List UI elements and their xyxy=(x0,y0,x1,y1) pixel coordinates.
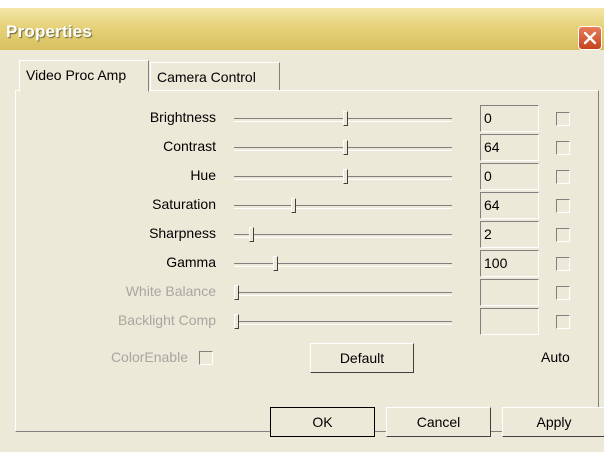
saturation-label: Saturation xyxy=(152,196,216,212)
sharpness-auto-checkbox[interactable] xyxy=(556,228,570,242)
cancel-button[interactable]: Cancel xyxy=(386,407,491,437)
color-enable-checkbox[interactable] xyxy=(199,351,213,365)
default-button[interactable]: Default xyxy=(310,343,414,373)
contrast-label: Contrast xyxy=(163,138,216,154)
backlight-comp-slider-track[interactable] xyxy=(234,321,452,325)
color-enable-label: ColorEnable xyxy=(110,349,188,365)
gamma-label: Gamma xyxy=(166,254,216,270)
gamma-slider-thumb[interactable] xyxy=(273,256,278,271)
brightness-slider-thumb[interactable] xyxy=(343,111,348,126)
saturation-slider-thumb[interactable] xyxy=(291,198,296,213)
brightness-auto-checkbox[interactable] xyxy=(556,112,570,126)
apply-button[interactable]: Apply xyxy=(502,407,604,437)
backlight-comp-value-field xyxy=(480,308,539,335)
close-button[interactable] xyxy=(578,26,602,50)
hue-slider-thumb[interactable] xyxy=(343,169,348,184)
contrast-value-field[interactable]: 64 xyxy=(480,134,539,161)
gamma-value-field[interactable]: 100 xyxy=(480,250,539,277)
backlight-comp-auto-checkbox[interactable] xyxy=(556,315,570,329)
backlight-comp-label: Backlight Comp xyxy=(117,312,216,328)
tab-video-proc-amp[interactable]: Video Proc Amp xyxy=(19,60,149,92)
sharpness-slider-track[interactable] xyxy=(234,234,452,238)
brightness-label: Brightness xyxy=(149,109,216,125)
white-balance-slider-thumb xyxy=(234,285,239,300)
title-bar[interactable]: Properties xyxy=(0,8,604,50)
saturation-auto-checkbox[interactable] xyxy=(556,199,570,213)
auto-label: Auto xyxy=(541,349,570,365)
tab-camera-control[interactable]: Camera Control xyxy=(150,62,280,92)
hue-auto-checkbox[interactable] xyxy=(556,170,570,184)
white-balance-auto-checkbox[interactable] xyxy=(556,286,570,300)
saturation-value-field[interactable]: 64 xyxy=(480,192,539,219)
close-icon xyxy=(583,31,597,45)
backlight-comp-slider-thumb xyxy=(234,314,239,329)
saturation-slider-track[interactable] xyxy=(234,205,452,209)
ok-button[interactable]: OK xyxy=(270,407,375,437)
gamma-auto-checkbox[interactable] xyxy=(556,257,570,271)
contrast-auto-checkbox[interactable] xyxy=(556,141,570,155)
hue-value-field[interactable]: 0 xyxy=(480,163,539,190)
white-balance-slider-track[interactable] xyxy=(234,292,452,296)
brightness-value-field[interactable]: 0 xyxy=(480,105,539,132)
sharpness-value-field[interactable]: 2 xyxy=(480,221,539,248)
white-balance-value-field xyxy=(480,279,539,306)
hue-label: Hue xyxy=(190,167,216,183)
contrast-slider-thumb[interactable] xyxy=(343,140,348,155)
properties-dialog: Properties Video Proc Amp Camera Control… xyxy=(0,0,604,452)
sharpness-label: Sharpness xyxy=(149,225,216,241)
window-title: Properties xyxy=(6,22,93,41)
gamma-slider-track[interactable] xyxy=(234,263,452,267)
dialog-body: Video Proc Amp Camera Control ColorEnabl… xyxy=(0,50,604,452)
white-balance-label: White Balance xyxy=(125,283,216,299)
sharpness-slider-thumb[interactable] xyxy=(249,227,254,242)
